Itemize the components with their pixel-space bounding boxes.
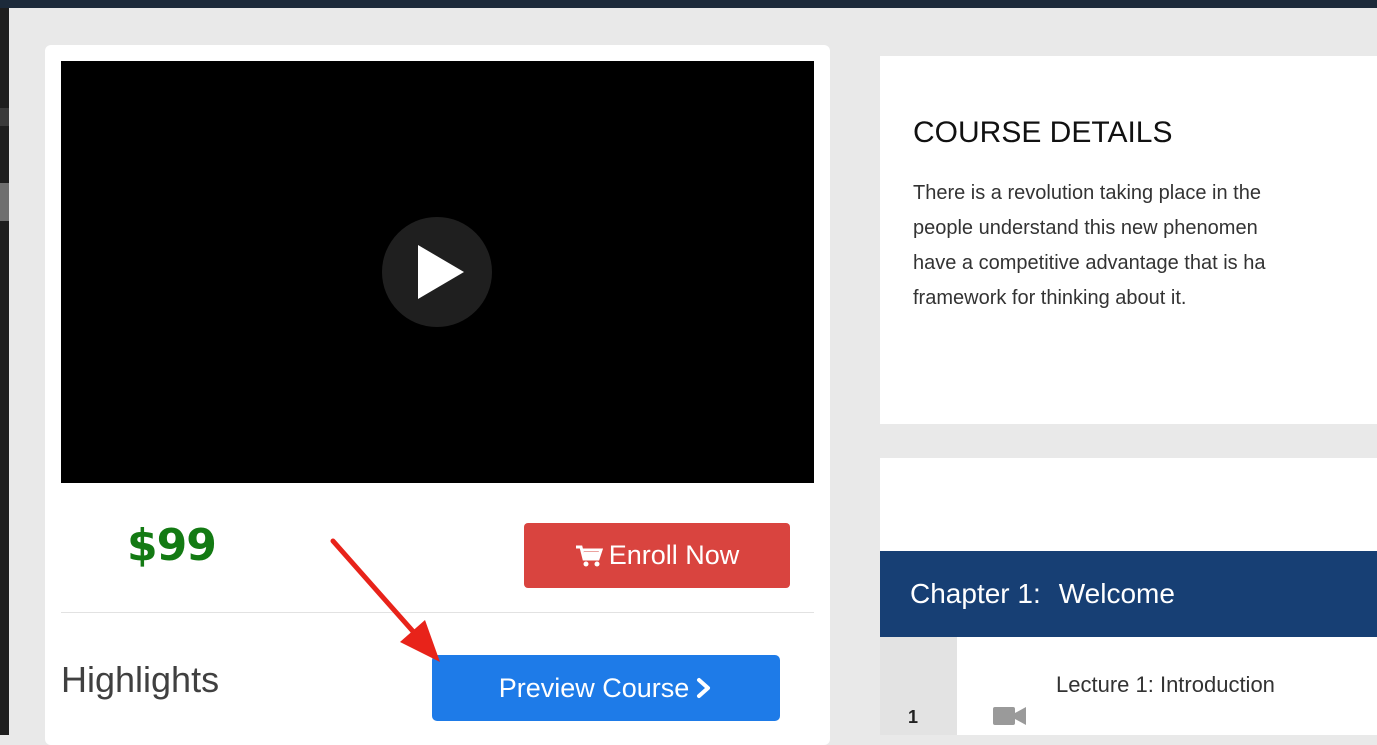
lecture-number: 1 xyxy=(908,707,919,727)
enroll-now-label: Enroll Now xyxy=(608,540,740,570)
description-line: There is a revolution taking place in th… xyxy=(913,182,1261,204)
description-line: have a competitive advantage that is ha xyxy=(913,252,1266,274)
top-border xyxy=(0,0,1377,8)
chevron-right-icon xyxy=(697,678,711,698)
preview-course-label: Preview Course xyxy=(498,672,690,703)
course-price: $99 xyxy=(127,520,217,571)
lecture-title: Lecture 1: Introduction xyxy=(1056,672,1275,697)
cart-icon xyxy=(575,545,603,566)
left-edge xyxy=(0,8,9,735)
lecture-row[interactable]: 1 Lecture 1: Introduction xyxy=(880,637,1377,735)
video-player[interactable] xyxy=(61,61,814,483)
lecture-number-cell: 1 xyxy=(880,637,957,735)
course-details-title: COURSE DETAILS xyxy=(913,116,1173,149)
video-camera-icon xyxy=(993,707,1026,725)
course-details-description: There is a revolution taking place in th… xyxy=(913,176,1377,316)
curriculum-card: Chapter 1: Welcome 1 Lecture 1: Introduc… xyxy=(880,458,1377,735)
description-line: framework for thinking about it. xyxy=(913,287,1187,309)
divider xyxy=(61,612,814,613)
chapter-header[interactable]: Chapter 1: Welcome xyxy=(880,551,1377,637)
highlights-heading: Highlights xyxy=(61,659,220,700)
course-details-card: COURSE DETAILS There is a revolution tak… xyxy=(880,56,1377,424)
chapter-title: Welcome xyxy=(1058,578,1175,609)
play-button[interactable] xyxy=(382,217,492,327)
course-card: $99 Enroll Now Highlights Preview Course xyxy=(45,45,830,745)
chapter-label: Chapter 1: xyxy=(910,578,1041,609)
description-line: people understand this new phenomen xyxy=(913,217,1258,239)
preview-course-button[interactable]: Preview Course xyxy=(432,655,780,721)
enroll-now-button[interactable]: Enroll Now xyxy=(524,523,790,588)
play-icon xyxy=(418,245,464,299)
